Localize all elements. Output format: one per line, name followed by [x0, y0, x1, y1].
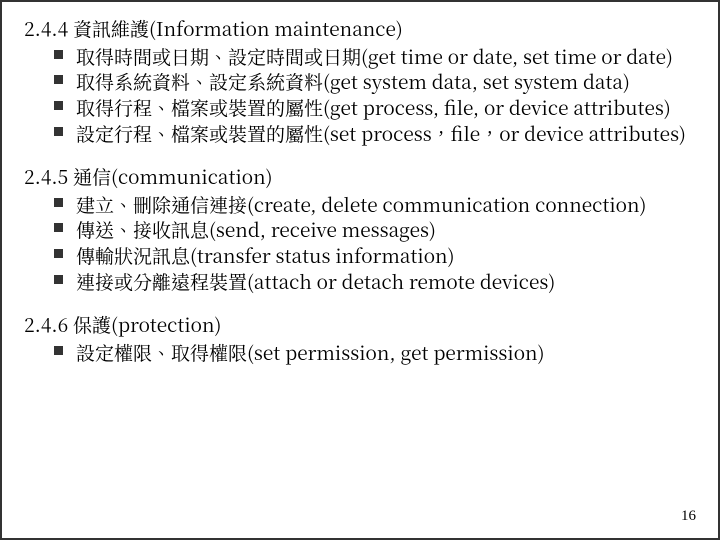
bullet-icon [54, 75, 63, 84]
bullet-icon [54, 198, 63, 207]
item-list: 建立、刪除通信連接(create, delete communication c… [24, 192, 696, 295]
item-text: 連接或分離遠程裝置(attach or detach remote device… [76, 268, 555, 295]
item-list: 設定權限、取得權限(set permission, get permission… [24, 340, 696, 366]
bullet-icon [54, 50, 63, 59]
section-info-maintenance: 2.4.4 資訊維護(Information maintenance) 取得時間… [24, 16, 696, 146]
section-heading: 2.4.4 資訊維護(Information maintenance) [24, 16, 696, 42]
list-item: 取得時間或日期、設定時間或日期(get time or date, set ti… [54, 44, 696, 70]
section-communication: 2.4.5 通信(communication) 建立、刪除通信連接(create… [24, 164, 696, 294]
list-item: 設定行程、檔案或裝置的屬性(set process，file，or device… [54, 121, 696, 147]
item-text: 傳輸狀況訊息(transfer status information) [76, 242, 455, 269]
bullet-icon [54, 127, 63, 136]
item-text: 建立、刪除通信連接(create, delete communication c… [76, 191, 646, 218]
list-item: 傳送、接收訊息(send, receive messages) [54, 217, 696, 243]
bullet-icon [54, 223, 63, 232]
item-text: 傳送、接收訊息(send, receive messages) [76, 216, 436, 243]
bullet-icon [54, 249, 63, 258]
list-item: 取得系統資料、設定系統資料(get system data, set syste… [54, 69, 696, 95]
list-item: 設定權限、取得權限(set permission, get permission… [54, 340, 696, 366]
item-text: 設定行程、檔案或裝置的屬性(set process，file，or device… [76, 120, 686, 147]
item-list: 取得時間或日期、設定時間或日期(get time or date, set ti… [24, 44, 696, 147]
bullet-icon [54, 346, 63, 355]
slide: 2.4.4 資訊維護(Information maintenance) 取得時間… [0, 0, 720, 540]
list-item: 取得行程、檔案或裝置的屬性(get process, file, or devi… [54, 95, 696, 121]
item-text: 設定權限、取得權限(set permission, get permission… [76, 339, 545, 366]
page-number: 16 [681, 506, 696, 526]
list-item: 建立、刪除通信連接(create, delete communication c… [54, 192, 696, 218]
list-item: 傳輸狀況訊息(transfer status information) [54, 243, 696, 269]
section-heading: 2.4.5 通信(communication) [24, 164, 696, 190]
item-text: 取得系統資料、設定系統資料(get system data, set syste… [76, 68, 630, 95]
item-text: 取得行程、檔案或裝置的屬性(get process, file, or devi… [76, 94, 671, 121]
section-heading: 2.4.6 保護(protection) [24, 312, 696, 338]
section-protection: 2.4.6 保護(protection) 設定權限、取得權限(set permi… [24, 312, 696, 365]
bullet-icon [54, 275, 63, 284]
list-item: 連接或分離遠程裝置(attach or detach remote device… [54, 269, 696, 295]
bullet-icon [54, 101, 63, 110]
item-text: 取得時間或日期、設定時間或日期(get time or date, set ti… [76, 43, 673, 70]
